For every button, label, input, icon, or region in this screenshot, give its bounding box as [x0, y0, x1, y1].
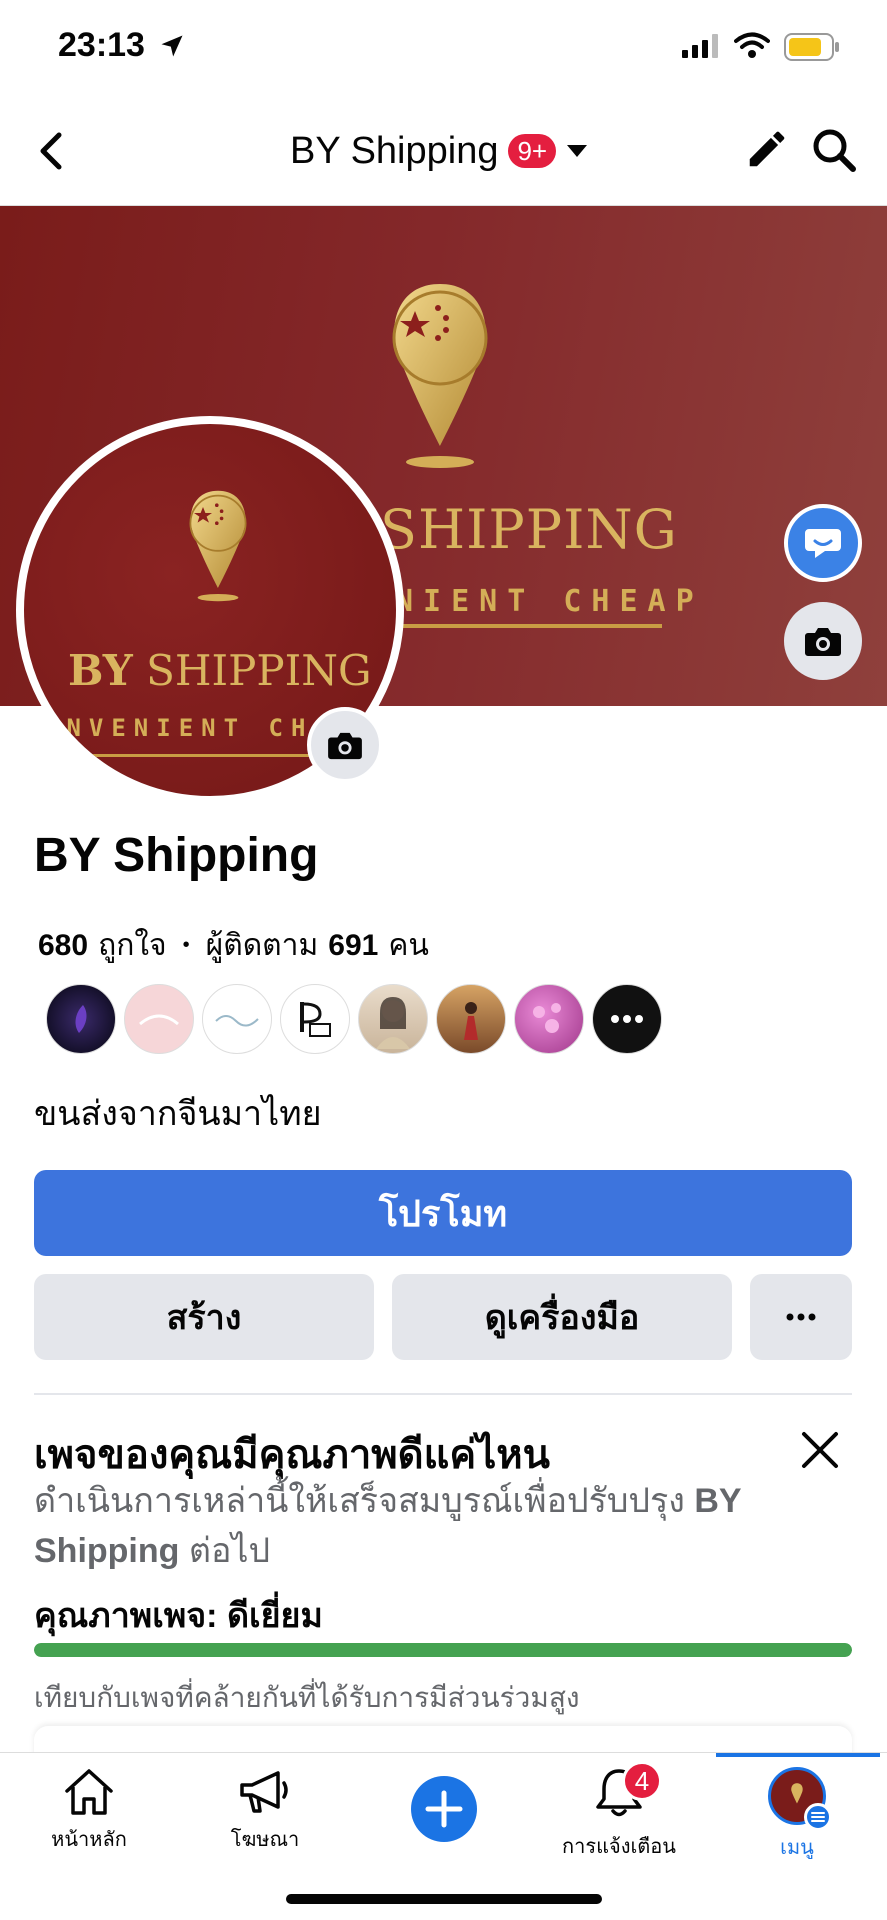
map-pin-logo-icon — [392, 284, 488, 468]
follower-avatar[interactable] — [514, 984, 584, 1054]
page-switcher[interactable]: BY Shipping 9+ — [290, 126, 588, 176]
promote-button[interactable]: โปรโมท — [34, 1170, 852, 1256]
map-pin-logo-icon — [189, 490, 247, 602]
location-arrow-icon — [158, 32, 186, 65]
quality-subtitle-pre: ดำเนินการเหล่านี้ให้เสร็จสมบูรณ์เพื่อปรั… — [34, 1482, 695, 1520]
chat-bubble-icon — [805, 529, 841, 558]
more-dots-icon — [611, 1015, 643, 1023]
view-tools-button[interactable]: ดูเครื่องมือ — [392, 1274, 732, 1360]
cover-divider-line — [390, 624, 662, 628]
page-name: BY Shipping — [34, 829, 319, 882]
likes-label: ถูกใจ — [98, 929, 167, 962]
quality-card-subtitle: ดำเนินการเหล่านี้ให้เสร็จสมบูรณ์เพื่อปรั… — [34, 1476, 794, 1576]
quality-value: ดีเยี่ยม — [226, 1597, 323, 1635]
follower-avatar-image — [376, 997, 410, 1049]
avatar-slogan-text: ONVENIENT CH — [44, 714, 314, 742]
wifi-icon — [734, 32, 770, 65]
home-icon — [65, 1769, 113, 1815]
nav-home-label: หน้าหลัก — [51, 1829, 127, 1851]
nav-notifications-label: การแจ้งเตือน — [562, 1836, 676, 1858]
nav-menu-label: เมนู — [780, 1837, 814, 1859]
follower-avatar-image — [533, 1003, 561, 1033]
notification-count-badge: 4 — [622, 1761, 662, 1801]
quality-status: คุณภาพเพจ: ดีเยี่ยม — [34, 1588, 323, 1642]
nav-home[interactable]: หน้าหลัก — [14, 1767, 164, 1855]
chevron-left-icon — [40, 132, 62, 170]
nav-ads-label: โฆษณา — [230, 1829, 300, 1851]
cover-brand-text: SHIPPING — [380, 498, 678, 561]
cover-slogan-text: NIENT CHEAP — [395, 584, 704, 619]
quality-note: เทียบกับเพจที่คล้ายกันที่ได้รับการมีส่วน… — [34, 1682, 580, 1713]
back-button[interactable] — [30, 126, 70, 176]
followers-label: ผู้ติดตาม — [205, 929, 319, 962]
page-description: ขนส่งจากจีนมาไทย — [34, 1095, 322, 1133]
page-header: BY Shipping 9+ — [0, 96, 887, 206]
quality-progress-bar — [34, 1643, 852, 1657]
followers-count: 691 — [328, 928, 379, 962]
more-options-button[interactable] — [750, 1274, 852, 1360]
page-badge: 9+ — [508, 134, 557, 168]
more-followers-button[interactable] — [592, 984, 662, 1054]
status-time: 23:13 — [58, 26, 145, 64]
search-icon — [813, 129, 856, 172]
profile-camera-button[interactable] — [307, 707, 383, 783]
follower-avatar[interactable] — [280, 984, 350, 1054]
followers-unit: คน — [388, 929, 429, 962]
close-quality-card-button[interactable] — [800, 1430, 840, 1475]
home-indicator — [286, 1894, 602, 1904]
avatar-brand-rest: SHIPPING — [146, 646, 372, 695]
section-divider — [34, 1393, 852, 1395]
pencil-icon — [749, 131, 785, 167]
follower-avatar[interactable] — [46, 984, 116, 1054]
plus-icon — [411, 1776, 477, 1842]
follower-avatar-image — [75, 1005, 87, 1033]
likes-count: 680 — [38, 928, 89, 962]
follower-avatar-image — [464, 1002, 478, 1040]
create-button[interactable]: สร้าง — [34, 1274, 374, 1360]
follower-avatar[interactable] — [358, 984, 428, 1054]
follower-avatar[interactable] — [436, 984, 506, 1054]
nav-menu[interactable]: เมนู — [722, 1767, 872, 1863]
status-bar: 23:13 — [0, 0, 887, 96]
search-button[interactable] — [810, 126, 858, 179]
close-icon — [802, 1432, 838, 1468]
follower-avatar-image — [300, 1002, 331, 1037]
follower-avatar-image — [215, 1015, 259, 1027]
menu-page-avatar — [768, 1767, 832, 1831]
active-tab-indicator — [716, 1753, 880, 1757]
battery-icon — [784, 33, 840, 66]
menu-hamburger-icon — [804, 1803, 832, 1831]
camera-icon — [328, 732, 362, 760]
cover-camera-button[interactable] — [784, 602, 862, 680]
messenger-button[interactable] — [784, 504, 862, 582]
follower-avatar[interactable] — [202, 984, 272, 1054]
megaphone-icon — [240, 1771, 288, 1813]
caret-down-icon — [567, 145, 588, 157]
more-dots-icon — [786, 1313, 816, 1321]
map-pin-logo-icon — [791, 1783, 803, 1804]
nav-create-button[interactable] — [369, 1775, 519, 1843]
edit-button[interactable] — [744, 126, 790, 177]
stats-separator: • — [182, 934, 190, 956]
page-stats[interactable]: 680 ถูกใจ • ผู้ติดตาม 691 คน — [38, 922, 429, 969]
nav-ads[interactable]: โฆษณา — [190, 1767, 340, 1855]
avatar-brand-bold: BY — [68, 646, 133, 695]
quality-subtitle-post: ต่อไป — [179, 1532, 271, 1570]
nav-notifications[interactable]: 4 การแจ้งเตือน — [544, 1761, 694, 1862]
quality-progress-fill — [34, 1643, 852, 1657]
signal-icon — [682, 34, 722, 63]
quality-label: คุณภาพเพจ: — [34, 1597, 218, 1635]
follower-avatar[interactable] — [124, 984, 194, 1054]
page-switcher-title: BY Shipping — [290, 129, 499, 172]
camera-icon — [805, 628, 841, 656]
follower-avatar-image — [139, 1014, 179, 1026]
follower-avatars[interactable] — [46, 984, 662, 1054]
avatar-brand-text: BY SHIPPING — [68, 646, 372, 695]
